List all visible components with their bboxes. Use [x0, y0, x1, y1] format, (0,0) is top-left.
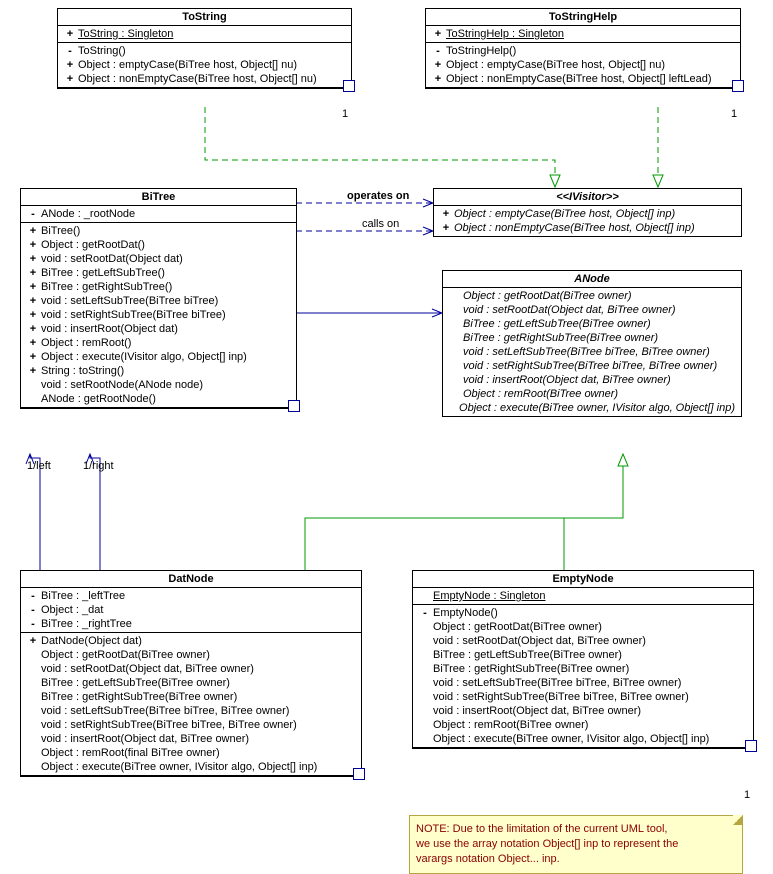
member-row: Object : getRootDat(BiTree owner): [417, 620, 749, 634]
class-title: DatNode: [21, 571, 361, 588]
badge-icon: [732, 80, 744, 92]
member-row: +BiTree : getRightSubTree(): [25, 280, 292, 294]
class-bitree: BiTree -ANode : _rootNode +BiTree()+Obje…: [20, 188, 297, 409]
class-ivisitor: <<IVisitor>> +Object : emptyCase(BiTree …: [433, 188, 742, 237]
member-row: +Object : emptyCase(BiTree host, Object[…: [430, 58, 736, 72]
ops: +Object : emptyCase(BiTree host, Object[…: [434, 206, 741, 236]
member-row: +BiTree(): [25, 224, 292, 238]
member-row: +String : toString(): [25, 364, 292, 378]
member-row: +Object : remRoot(): [25, 336, 292, 350]
member-row: -BiTree : _rightTree: [25, 617, 357, 631]
member-row: +BiTree : getLeftSubTree(): [25, 266, 292, 280]
member-row: +Object : getRootDat(): [25, 238, 292, 252]
member-row: ANode : getRootNode(): [25, 392, 292, 406]
member-row: +Object : nonEmptyCase(BiTree host, Obje…: [430, 72, 736, 86]
class-title: ToStringHelp: [426, 9, 740, 26]
member-row: Object : execute(BiTree owner, IVisitor …: [417, 732, 749, 746]
member-row: BiTree : getRightSubTree(BiTree owner): [417, 662, 749, 676]
label-operates-on: operates on: [347, 190, 409, 202]
member-row: +Object : nonEmptyCase(BiTree host, Obje…: [438, 221, 737, 235]
member-row: Object : remRoot(BiTree owner): [417, 718, 749, 732]
member-row: +Object : nonEmptyCase(BiTree host, Obje…: [62, 72, 347, 86]
mult: 1: [342, 108, 348, 120]
member-row: void : setLeftSubTree(BiTree biTree, BiT…: [417, 676, 749, 690]
member-row: BiTree : getLeftSubTree(BiTree owner): [417, 648, 749, 662]
member-row: Object : getRootDat(BiTree owner): [25, 648, 357, 662]
member-row: +DatNode(Object dat): [25, 634, 357, 648]
ops: -EmptyNode()Object : getRootDat(BiTree o…: [413, 605, 753, 748]
attrs: EmptyNode : Singleton: [413, 588, 753, 605]
ops: -ToStringHelp()+Object : emptyCase(BiTre…: [426, 43, 740, 88]
member-row: void : setRootNode(ANode node): [25, 378, 292, 392]
attrs: +ToStringHelp : Singleton: [426, 26, 740, 43]
member-row: void : setLeftSubTree(BiTree biTree, BiT…: [25, 704, 357, 718]
member-row: -ToString(): [62, 44, 347, 58]
ops: -ToString()+Object : emptyCase(BiTree ho…: [58, 43, 351, 88]
attrs: -BiTree : _leftTree-Object : _dat-BiTree…: [21, 588, 361, 633]
class-anode: ANode Object : getRootDat(BiTree owner)v…: [442, 270, 742, 417]
member-row: BiTree : getRightSubTree(BiTree owner): [25, 690, 357, 704]
ops: +DatNode(Object dat)Object : getRootDat(…: [21, 633, 361, 776]
badge-icon: [343, 80, 355, 92]
member-row: +void : setLeftSubTree(BiTree biTree): [25, 294, 292, 308]
mult-left: 1/left: [27, 460, 51, 472]
attrs: -ANode : _rootNode: [21, 206, 296, 223]
class-tostring: ToString +ToString : Singleton -ToString…: [57, 8, 352, 89]
badge-icon: [288, 400, 300, 412]
member-row: void : setRootDat(Object dat, BiTree own…: [447, 303, 737, 317]
member-row: +Object : execute(IVisitor algo, Object[…: [25, 350, 292, 364]
class-title: BiTree: [21, 189, 296, 206]
badge-icon: [745, 740, 757, 752]
mult: 1: [731, 108, 737, 120]
member-row: void : setLeftSubTree(BiTree biTree, BiT…: [447, 345, 737, 359]
class-tostringhelp: ToStringHelp +ToStringHelp : Singleton -…: [425, 8, 741, 89]
member-row: void : setRightSubTree(BiTree biTree, Bi…: [447, 359, 737, 373]
class-title: EmptyNode: [413, 571, 753, 588]
member-row: void : setRootDat(Object dat, BiTree own…: [25, 662, 357, 676]
member-row: void : setRightSubTree(BiTree biTree, Bi…: [25, 718, 357, 732]
member-row: -BiTree : _leftTree: [25, 589, 357, 603]
member-row: -EmptyNode(): [417, 606, 749, 620]
member-row: +void : setRightSubTree(BiTree biTree): [25, 308, 292, 322]
member-row: Object : execute(BiTree owner, IVisitor …: [447, 401, 737, 415]
ops: +BiTree()+Object : getRootDat()+void : s…: [21, 223, 296, 408]
member-row: BiTree : getLeftSubTree(BiTree owner): [447, 317, 737, 331]
badge-icon: [353, 768, 365, 780]
mult-right: 1/right: [83, 460, 114, 472]
class-title: <<IVisitor>>: [556, 191, 619, 203]
member-row: Object : remRoot(BiTree owner): [447, 387, 737, 401]
note-box: NOTE: Due to the limitation of the curre…: [409, 815, 743, 874]
member-row: -ToStringHelp(): [430, 44, 736, 58]
member-row: Object : execute(BiTree owner, IVisitor …: [25, 760, 357, 774]
member-row: +void : insertRoot(Object dat): [25, 322, 292, 336]
member-row: Object : remRoot(final BiTree owner): [25, 746, 357, 760]
note-line: varargs notation Object... inp.: [416, 852, 736, 867]
member-row: -ANode : _rootNode: [25, 207, 292, 221]
class-emptynode: EmptyNode EmptyNode : Singleton -EmptyNo…: [412, 570, 754, 749]
member-row: BiTree : getRightSubTree(BiTree owner): [447, 331, 737, 345]
note-line: we use the array notation Object[] inp t…: [416, 837, 736, 852]
ops: Object : getRootDat(BiTree owner)void : …: [443, 288, 741, 416]
member-row: void : insertRoot(Object dat, BiTree own…: [25, 732, 357, 746]
member-row: Object : getRootDat(BiTree owner): [447, 289, 737, 303]
member-row: +ToStringHelp : Singleton: [430, 27, 736, 41]
member-row: +void : setRootDat(Object dat): [25, 252, 292, 266]
member-row: void : setRootDat(Object dat, BiTree own…: [417, 634, 749, 648]
member-row: +Object : emptyCase(BiTree host, Object[…: [62, 58, 347, 72]
note-line: NOTE: Due to the limitation of the curre…: [416, 822, 736, 837]
class-datnode: DatNode -BiTree : _leftTree-Object : _da…: [20, 570, 362, 777]
member-row: +Object : emptyCase(BiTree host, Object[…: [438, 207, 737, 221]
attrs: +ToString : Singleton: [58, 26, 351, 43]
class-title: ToString: [58, 9, 351, 26]
member-row: void : insertRoot(Object dat, BiTree own…: [417, 704, 749, 718]
member-row: BiTree : getLeftSubTree(BiTree owner): [25, 676, 357, 690]
mult: 1: [744, 789, 750, 801]
label-calls-on: calls on: [362, 218, 399, 230]
member-row: void : insertRoot(Object dat, BiTree own…: [447, 373, 737, 387]
member-row: void : setRightSubTree(BiTree biTree, Bi…: [417, 690, 749, 704]
class-title: ANode: [574, 273, 609, 285]
member-row: +ToString : Singleton: [62, 27, 347, 41]
member-row: EmptyNode : Singleton: [417, 589, 749, 603]
member-row: -Object : _dat: [25, 603, 357, 617]
